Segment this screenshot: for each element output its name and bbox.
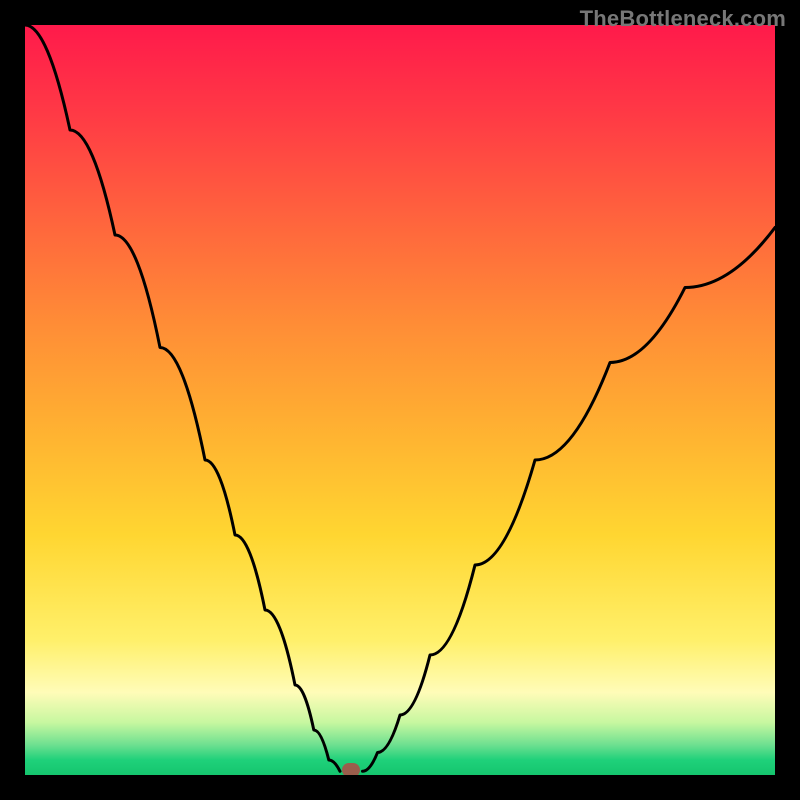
chart-frame: TheBottleneck.com: [0, 0, 800, 800]
valley-marker: [342, 763, 360, 775]
curve-right-branch: [363, 228, 776, 772]
plot-area: [25, 25, 775, 775]
curve-left-branch: [25, 25, 340, 771]
bottleneck-curve: [25, 25, 775, 775]
watermark-text: TheBottleneck.com: [580, 6, 786, 32]
